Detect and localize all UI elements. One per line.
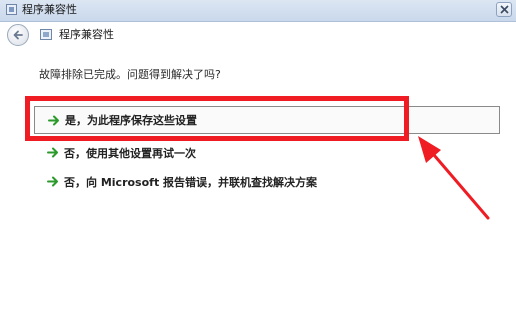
program-compatibility-window: 程序兼容性 程序兼容性 故障排除已完成。问题得到解决了吗? 是，为此程序保存这些… <box>0 0 516 330</box>
annotation-arrow <box>418 136 490 220</box>
